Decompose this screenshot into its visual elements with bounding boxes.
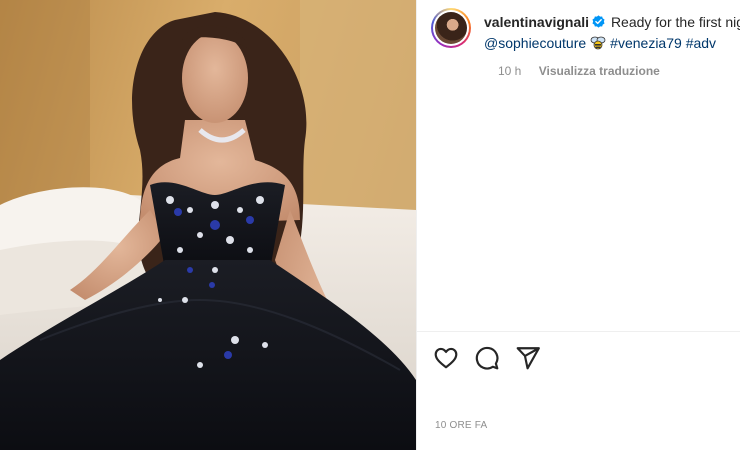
bee-emoji-icon [590, 35, 606, 50]
post-time[interactable]: 10 h [498, 64, 521, 78]
username-link[interactable]: valentinavignali [484, 14, 589, 30]
actions-divider [417, 331, 740, 332]
heart-icon [434, 347, 458, 369]
hashtag-adv[interactable]: #adv [686, 35, 716, 51]
verified-badge-icon [592, 13, 605, 28]
translate-button[interactable]: Visualizza traduzione [539, 64, 660, 78]
mention-link[interactable]: @sophiecouture [484, 35, 586, 51]
caption: valentinavignali Ready for the first nig… [484, 12, 740, 54]
caption-text-start: Ready for the first nigh [610, 14, 740, 30]
caption-meta: 10 h Visualizza traduzione [498, 64, 660, 78]
comment-bubble-icon [475, 346, 499, 370]
paper-plane-icon [516, 347, 540, 370]
hashtag-venezia79[interactable]: #venezia79 [610, 35, 682, 51]
avatar-inner [433, 10, 469, 46]
caption-row: valentinavignali Ready for the first nig… [431, 8, 740, 78]
like-button[interactable] [433, 345, 459, 371]
comment-button[interactable] [474, 345, 500, 371]
post-photo-illustration [0, 0, 416, 450]
post-date[interactable]: 10 ORE FA [435, 420, 487, 431]
avatar[interactable] [431, 8, 471, 48]
share-button[interactable] [515, 345, 541, 371]
post-image[interactable] [0, 0, 416, 450]
avatar-image [435, 12, 467, 44]
post-details-panel: valentinavignali Ready for the first nig… [416, 0, 740, 450]
